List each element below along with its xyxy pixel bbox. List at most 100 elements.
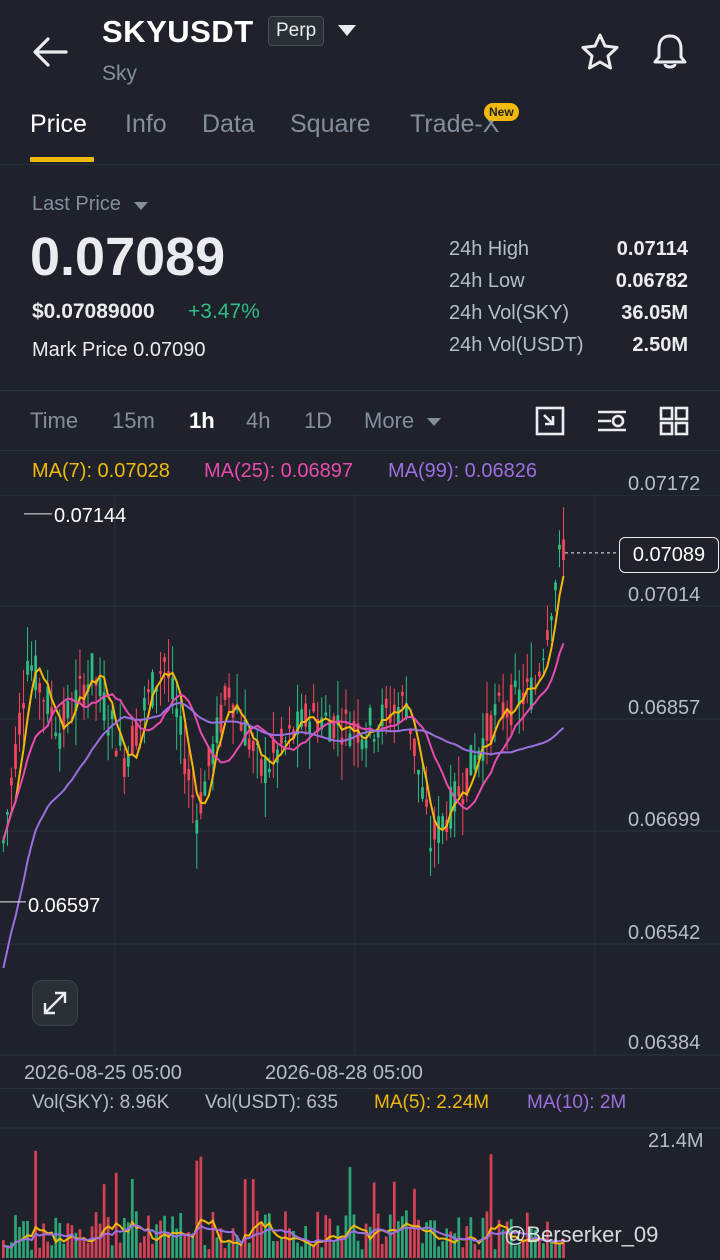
candle-body bbox=[147, 689, 150, 693]
candle-body bbox=[284, 740, 287, 743]
bell-icon bbox=[653, 34, 687, 69]
ma7-legend: MA(7): 0.07028 bbox=[32, 460, 170, 482]
volume-bar bbox=[130, 1178, 134, 1258]
candlestick-chart[interactable] bbox=[0, 495, 720, 1060]
volume-bar bbox=[392, 1181, 396, 1258]
stat-label: 24h Vol(SKY) bbox=[449, 302, 570, 324]
volume-bar bbox=[151, 1243, 154, 1258]
volume-bar bbox=[114, 1172, 118, 1258]
volume-bar bbox=[421, 1243, 424, 1258]
candle-body bbox=[22, 703, 25, 709]
candle-body bbox=[219, 704, 223, 733]
ma25-legend: MA(25): 0.06897 bbox=[204, 460, 353, 482]
symbol-title[interactable]: SKYUSDT bbox=[102, 14, 254, 50]
candle-body bbox=[429, 847, 432, 852]
volume-bar bbox=[163, 1215, 166, 1258]
favorite-button[interactable] bbox=[578, 30, 622, 74]
candle-body bbox=[332, 716, 336, 739]
arrow-left-icon bbox=[33, 37, 68, 67]
tab-square[interactable]: Square bbox=[290, 110, 371, 139]
layout-grid-button[interactable] bbox=[657, 404, 691, 438]
candle-body bbox=[78, 675, 82, 679]
candle-body bbox=[191, 795, 195, 798]
candle-body bbox=[364, 739, 368, 749]
candle-body bbox=[30, 665, 33, 671]
caret-down-icon bbox=[427, 418, 441, 426]
timeframe-time[interactable]: Time bbox=[30, 408, 78, 434]
active-tab-indicator bbox=[30, 157, 94, 162]
volume-bar bbox=[477, 1249, 481, 1258]
volume-bar bbox=[34, 1150, 37, 1258]
last-price-selector[interactable]: Last Price bbox=[32, 193, 121, 216]
expand-chart-button[interactable] bbox=[32, 980, 78, 1026]
volume-bar bbox=[267, 1213, 271, 1258]
alert-button[interactable] bbox=[648, 30, 692, 74]
settings-sliders-icon bbox=[598, 410, 626, 432]
volume-bar bbox=[2, 1240, 5, 1258]
candle-body bbox=[312, 702, 316, 712]
volume-bar bbox=[78, 1229, 82, 1258]
candle-body bbox=[437, 816, 440, 843]
volume-bar bbox=[207, 1249, 211, 1258]
candle-body bbox=[175, 708, 179, 718]
y-axis-tick: 0.06384 bbox=[628, 1032, 701, 1054]
volume-bar bbox=[215, 1237, 219, 1258]
candle-body bbox=[400, 692, 404, 696]
contract-badge: Perp bbox=[268, 16, 325, 46]
candle-body bbox=[485, 713, 489, 741]
volume-axis-tick: 21.4M bbox=[648, 1130, 704, 1152]
volume-bar bbox=[368, 1226, 372, 1258]
candle-body bbox=[546, 629, 549, 640]
candle-body bbox=[114, 750, 118, 757]
volume-bar bbox=[211, 1211, 215, 1258]
stat-value: 36.05M bbox=[621, 302, 688, 324]
candle-body bbox=[550, 616, 553, 621]
timeframe-more[interactable]: More bbox=[364, 408, 414, 434]
tab-info[interactable]: Info bbox=[125, 110, 167, 139]
volume-bar bbox=[86, 1242, 90, 1258]
volume-bar bbox=[348, 1167, 352, 1258]
timeframe-4h[interactable]: 4h bbox=[246, 408, 270, 434]
candle-body bbox=[247, 738, 251, 750]
candle-body bbox=[288, 725, 291, 729]
indicator-settings-button[interactable] bbox=[595, 404, 629, 438]
candle-body bbox=[134, 722, 138, 746]
mark-price-label: Mark Price bbox=[32, 339, 128, 361]
chevron-down-icon[interactable] bbox=[338, 25, 356, 36]
candle-body bbox=[396, 706, 400, 724]
volume-bar bbox=[396, 1221, 400, 1258]
candle-body bbox=[163, 657, 166, 662]
volume-bar bbox=[296, 1242, 299, 1258]
candle-body bbox=[469, 745, 473, 776]
volume-bar bbox=[159, 1220, 162, 1258]
candle-body bbox=[554, 582, 557, 591]
y-axis-tick: 0.06857 bbox=[628, 697, 701, 719]
candle-body bbox=[171, 677, 175, 700]
tab-price[interactable]: Price bbox=[30, 110, 87, 139]
volume-bar bbox=[223, 1248, 227, 1258]
back-button[interactable] bbox=[30, 34, 70, 70]
candle-body bbox=[223, 686, 227, 701]
candle-body bbox=[558, 544, 561, 550]
caret-down-icon bbox=[134, 202, 148, 210]
timeframe-1h[interactable]: 1h bbox=[189, 408, 215, 434]
ma7-line bbox=[2, 575, 565, 841]
tab-data[interactable]: Data bbox=[202, 110, 255, 139]
current-price-tag: 0.07089 bbox=[619, 537, 719, 573]
stat-value: 0.07114 bbox=[616, 238, 688, 260]
timeframe-1d[interactable]: 1D bbox=[304, 408, 332, 434]
divider bbox=[0, 450, 720, 451]
volume-bar bbox=[263, 1214, 267, 1258]
volume-bar bbox=[18, 1226, 21, 1258]
volume-bar bbox=[42, 1223, 46, 1258]
candle-body bbox=[38, 683, 42, 693]
timeframe-15m[interactable]: 15m bbox=[112, 408, 155, 434]
low-marker: 0.06597 bbox=[28, 895, 101, 917]
candle-body bbox=[425, 799, 428, 807]
price-change: +3.47% bbox=[188, 300, 260, 323]
y-axis-tick: 0.07014 bbox=[628, 584, 701, 606]
candle-body bbox=[384, 698, 388, 709]
candle-body bbox=[187, 769, 191, 781]
fullscreen-chart-button[interactable] bbox=[533, 404, 567, 438]
candle-body bbox=[457, 786, 461, 797]
